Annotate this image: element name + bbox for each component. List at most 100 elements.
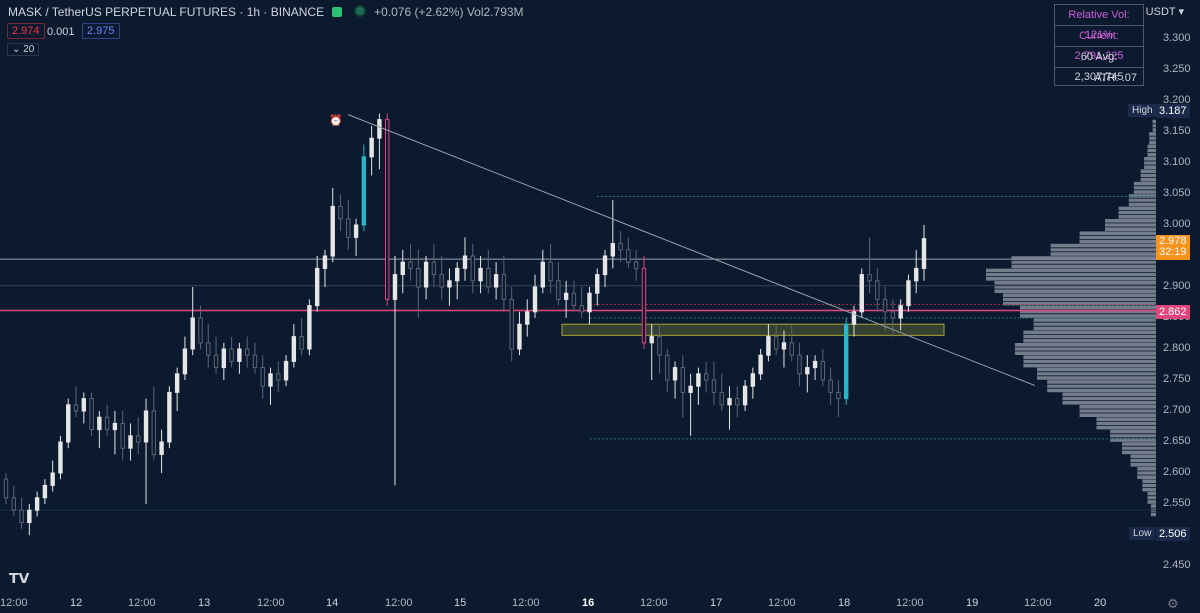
candle-body [501,274,507,300]
candle-body [423,261,429,288]
current-price-badge: 2.978 32:19 [1156,235,1190,260]
candle [556,262,561,306]
candle-body [206,342,211,356]
candle [392,256,398,486]
gear-icon[interactable]: ⚙ [1167,596,1179,612]
candle-body [711,379,717,393]
candle-body [890,311,896,319]
candle [34,491,40,517]
candle-body [307,305,312,350]
time-tick: 12:00 [1024,597,1052,609]
candle-body [385,119,390,300]
alarm-clock-icon[interactable]: ⏰ [329,114,343,127]
candle [703,361,709,393]
volume-profile-bar [1133,181,1156,194]
candle-body [610,243,616,257]
candle-body [571,292,577,307]
candle [906,274,911,312]
price-change: +0.076 (+2.62%) [374,5,464,19]
candle [828,367,833,405]
volume-profile-bar [994,281,1156,293]
candle-body [641,267,647,344]
price-tick: 3.250 [1163,63,1191,75]
volume-profile-bar [1140,169,1156,182]
candle-body [859,274,864,313]
red-line-badge: 2.862 [1156,305,1190,319]
candle-body [703,373,709,381]
time-tick: 12:00 [385,597,413,609]
symbol-title[interactable]: MASK / TetherUS PERPETUAL FUTURES · 1h ·… [8,5,324,19]
candle [369,125,374,176]
candle [104,404,110,436]
candle-body [104,416,110,431]
price-tick: 2.800 [1163,342,1191,354]
candle [167,386,172,449]
candle-body [696,373,701,387]
candle [416,249,421,318]
volume-profile-bar [1142,479,1156,492]
candle [735,386,740,418]
candle [921,225,927,281]
candle [478,256,483,294]
candle-body [431,261,437,276]
time-tick: 12:00 [128,597,156,609]
candle-body [268,373,273,387]
candle-body [260,367,265,387]
volume-profile-bar [1105,219,1156,231]
candle-body [672,367,678,381]
price-tick: 3.100 [1163,156,1191,168]
candle-body [719,391,724,406]
candle-body [27,509,32,524]
price-tick: 2.600 [1163,466,1191,478]
candle [276,361,281,393]
price-tick: 2.650 [1163,435,1191,447]
candle-body [353,224,359,238]
candle-body [392,274,398,300]
candle-body [377,119,382,139]
indicator-legend-toggle[interactable]: ⌄ 20 [7,43,40,56]
time-tick: 13 [198,597,211,609]
buy-price-button[interactable]: 2.975 [82,23,120,39]
candle [540,249,545,294]
volume-profile-bar [1020,305,1156,318]
low-label: Low [1129,527,1156,540]
candle-body [361,156,367,226]
price-chart[interactable] [0,0,1200,613]
low-badge: 2.506 [1156,527,1190,541]
candle-body [556,280,561,300]
tradingview-logo[interactable]: 𝗧𝗩 [9,570,29,587]
time-tick: 17 [710,597,723,609]
price-tick: 3.300 [1163,32,1191,44]
bar-countdown: 32:19 [1159,246,1187,258]
candle-body [470,255,475,282]
candle-body [128,435,133,449]
candle-body [587,292,592,313]
price-tick: 2.550 [1163,497,1191,509]
candle-body [898,305,903,319]
candle [844,318,849,405]
currency-label: USDT [1145,6,1176,18]
candle-body [805,367,810,375]
time-tick: 12:00 [0,597,28,609]
candle [626,237,631,269]
candle-body [167,391,172,443]
volume-profile-bar [1033,318,1156,331]
candle [618,231,623,263]
currency-selector[interactable]: USDT ▾ [1146,5,1184,18]
volume-profile-bar [1079,231,1156,244]
candle-body [563,292,569,300]
candle [750,367,756,399]
candle-body [120,422,125,449]
candle-body [773,336,779,350]
candle [198,305,203,349]
time-tick: 18 [838,597,851,609]
volume-profile-bar [1062,392,1156,405]
candle-body [618,243,623,251]
candle-body [314,267,320,307]
candle-body [400,261,405,276]
indicator-value: 20 [23,44,35,55]
sell-price-button[interactable]: 2.974 [7,23,45,39]
volume-profile-bar [986,268,1156,281]
candle [875,268,880,312]
candle-body [182,348,188,375]
